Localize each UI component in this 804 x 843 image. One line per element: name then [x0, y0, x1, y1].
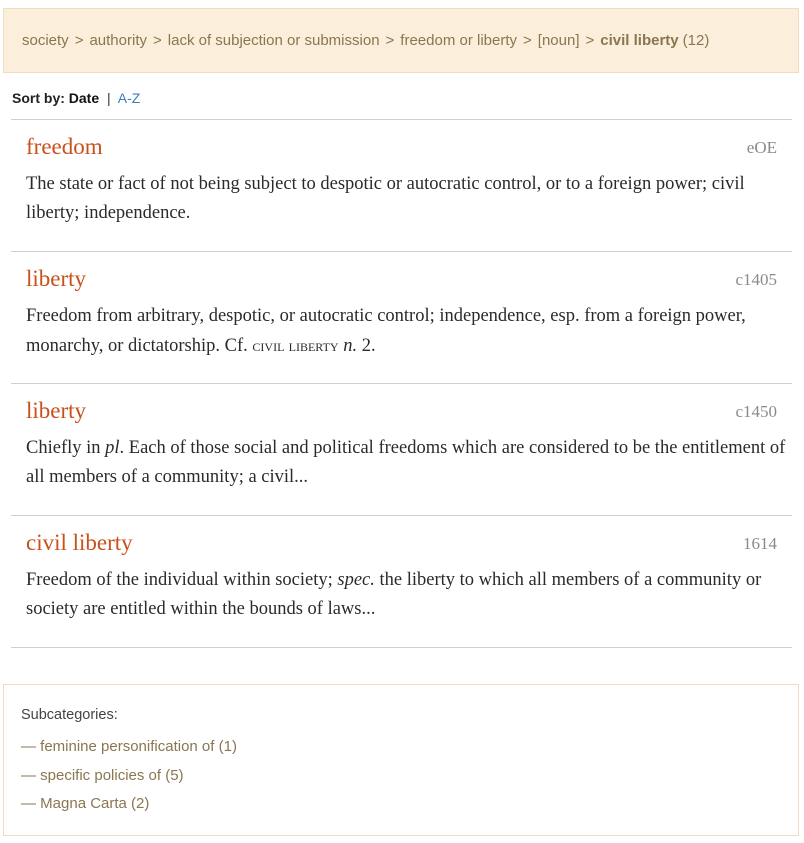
entry-date: c1450: [735, 402, 777, 421]
entry-headword[interactable]: civil liberty: [26, 530, 133, 556]
breadcrumb-item-society[interactable]: society: [22, 32, 69, 49]
entry-headword[interactable]: liberty: [26, 398, 86, 424]
breadcrumb-separator: >: [153, 32, 162, 49]
entry-date: 1614: [743, 534, 777, 553]
definition-text: 2.: [357, 336, 376, 356]
entry-headword[interactable]: freedom: [26, 134, 103, 160]
subcategory-link-feminine-personification[interactable]: — feminine personification of (1): [21, 733, 781, 762]
breadcrumb-current: civil liberty: [600, 32, 679, 49]
entry-date: c1405: [735, 270, 777, 289]
subcategory-link-magna-carta[interactable]: — Magna Carta (2): [21, 790, 781, 819]
entry-list: freedom eOE The state or fact of not bei…: [11, 119, 792, 648]
breadcrumb-item-noun[interactable]: [noun]: [538, 32, 580, 49]
breadcrumb-item-authority[interactable]: authority: [89, 32, 147, 49]
entry-item: freedom eOE The state or fact of not bei…: [11, 120, 792, 252]
grammar-label: pl: [105, 438, 120, 458]
definition-text: Chiefly in: [26, 438, 106, 458]
sort-divider: |: [107, 90, 111, 106]
breadcrumb: society > authority > lack of subjection…: [3, 8, 799, 73]
definition-text: Freedom of the individual within society…: [26, 570, 338, 590]
entry-definition: Freedom from arbitrary, despotic, or aut…: [26, 302, 786, 361]
usage-label: spec.: [337, 570, 375, 590]
definition-text: The state or fact of not being subject t…: [26, 174, 745, 223]
entry-definition: Chiefly in pl. Each of those social and …: [26, 434, 786, 492]
sort-option-date: Date: [68, 90, 100, 106]
cross-reference: civil liberty: [252, 336, 339, 355]
breadcrumb-item-lack-of-subjection[interactable]: lack of subjection or submission: [168, 32, 380, 49]
subcategory-link-specific-policies[interactable]: — specific policies of (5): [21, 762, 781, 791]
subcategories-title: Subcategories:: [21, 707, 118, 723]
entry-definition: Freedom of the individual within society…: [26, 566, 786, 624]
sort-option-a-z[interactable]: A-Z: [118, 90, 141, 106]
breadcrumb-separator: >: [385, 32, 395, 49]
breadcrumb-item-freedom-or-liberty[interactable]: freedom or liberty: [400, 32, 517, 49]
entry-item: civil liberty 1614 Freedom of the indivi…: [11, 516, 792, 648]
sort-bar: Sort by: Date | A-Z: [12, 90, 140, 106]
breadcrumb-count: (12): [682, 32, 710, 49]
breadcrumb-separator: >: [74, 32, 84, 49]
sort-label: Sort by:: [12, 90, 65, 106]
entry-item: liberty c1450 Chiefly in pl. Each of tho…: [11, 384, 792, 516]
breadcrumb-separator: >: [585, 32, 595, 49]
part-of-speech: n.: [343, 336, 358, 356]
subcategories-panel: Subcategories: — feminine personificatio…: [3, 684, 799, 836]
entry-headword[interactable]: liberty: [26, 266, 86, 292]
breadcrumb-separator: >: [523, 32, 532, 49]
entry-item: liberty c1405 Freedom from arbitrary, de…: [11, 252, 792, 384]
definition-text: Freedom from arbitrary, despotic, or aut…: [26, 306, 746, 356]
definition-text: . Each of those social and political fre…: [26, 438, 786, 487]
entry-date: eOE: [746, 138, 777, 157]
entry-definition: The state or fact of not being subject t…: [26, 170, 786, 228]
